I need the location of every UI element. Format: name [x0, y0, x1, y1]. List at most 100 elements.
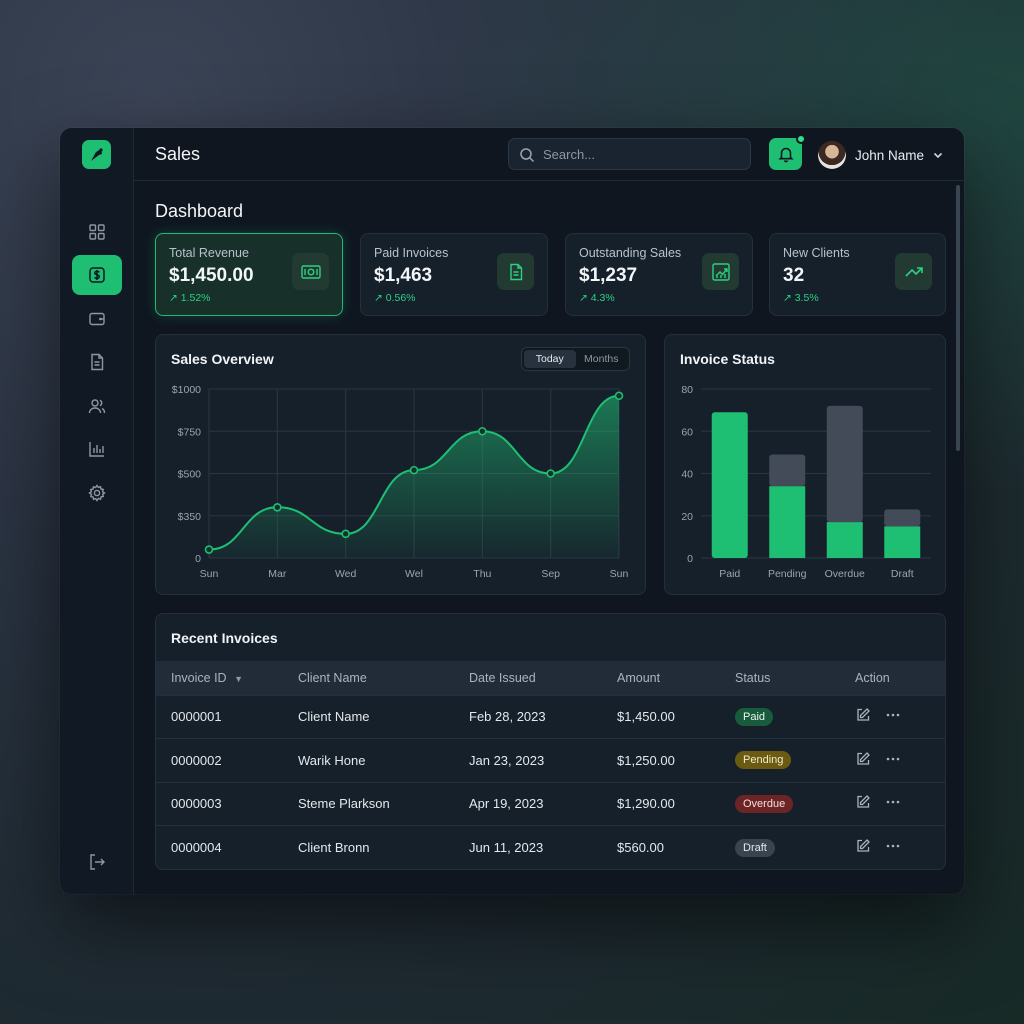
cell-date-issued: Apr 19, 2023: [469, 781, 617, 826]
dollar-icon: [89, 267, 105, 283]
status-badge: Overdue: [735, 794, 794, 813]
edit-icon[interactable]: [855, 794, 871, 810]
cell-amount: $1,290.00: [617, 781, 735, 826]
table-row[interactable]: 0000002 Warik Hone Jan 23, 2023 $1,250.0…: [156, 738, 945, 782]
table-row[interactable]: 0000004 Client Bronn Jun 11, 2023 $560.0…: [156, 825, 945, 869]
column-header-date-issued[interactable]: Date Issued: [469, 661, 617, 695]
search-input[interactable]: [543, 139, 743, 169]
cell-invoice-id: 0000001: [156, 694, 298, 739]
cell-client-name: Client Name: [298, 694, 469, 739]
cell-client-name: Steme Plarkson: [298, 781, 469, 826]
chevron-down-icon: [933, 152, 943, 159]
stat-card-total-revenue[interactable]: Total Revenue $1,450.00 ↗ 1.52%: [155, 233, 343, 316]
x-tick-label: Paid: [719, 568, 740, 580]
data-point: [273, 503, 282, 512]
column-header-status[interactable]: Status: [735, 661, 855, 695]
stat-value: 32: [783, 265, 805, 286]
stat-card-paid-invoices[interactable]: Paid Invoices $1,463 ↗ 0.56%: [360, 233, 548, 316]
x-tick-label: Wel: [405, 568, 423, 580]
y-tick-label: 0: [195, 553, 201, 565]
nav-clients[interactable]: [72, 386, 122, 426]
scrollbar[interactable]: [956, 185, 960, 451]
sidebar: [60, 128, 134, 894]
cell-date-issued: Jun 11, 2023: [469, 825, 617, 869]
stat-icon-box: [292, 253, 329, 290]
stat-value: $1,450.00: [169, 265, 254, 286]
edit-icon[interactable]: [855, 751, 871, 767]
data-point: [614, 391, 624, 401]
table-row[interactable]: 0000003 Steme Plarkson Apr 19, 2023 $1,2…: [156, 781, 945, 826]
notifications-button[interactable]: [769, 134, 806, 170]
x-tick-label: Wed: [335, 568, 357, 580]
y-tick-label: 40: [681, 469, 693, 481]
x-tick-label: Sep: [541, 568, 560, 580]
nav-reports[interactable]: [72, 429, 122, 469]
invoices-table: Invoice ID ▼ Client Name Date Issued Amo…: [156, 661, 945, 869]
stat-icon-box: [702, 253, 739, 290]
stat-card-new-clients[interactable]: New Clients 32 ↗ 3.5%: [769, 233, 946, 316]
bar-segment: [826, 522, 863, 558]
more-options-icon[interactable]: [885, 707, 901, 723]
nav-invoices[interactable]: [72, 342, 122, 382]
stat-delta: ↗ 1.52%: [169, 292, 211, 304]
data-point: [478, 426, 487, 436]
nav-settings[interactable]: [72, 473, 122, 513]
stat-label: New Clients: [783, 246, 850, 260]
nav-sales[interactable]: [72, 255, 122, 295]
stat-label: Paid Invoices: [374, 246, 449, 260]
stat-label: Outstanding Sales: [579, 246, 682, 260]
bar-segment: [826, 405, 863, 523]
y-tick-label: 80: [681, 384, 693, 396]
stat-card-outstanding-sales[interactable]: Outstanding Sales $1,237 ↗ 4.3%: [565, 233, 753, 316]
status-badge: Pending: [735, 751, 792, 770]
column-header-invoice-id[interactable]: Invoice ID ▼: [156, 661, 298, 695]
panel-title: Recent Invoices: [171, 630, 278, 646]
stat-value: $1,463: [374, 265, 433, 286]
document-icon: [91, 353, 104, 371]
cash-icon: [300, 264, 321, 279]
x-tick-label: Thu: [473, 568, 491, 580]
notification-dot: [796, 134, 806, 144]
edit-icon[interactable]: [855, 707, 871, 723]
data-point: [409, 465, 419, 475]
nav-dashboard[interactable]: [72, 212, 122, 252]
bar-segment: [769, 486, 806, 558]
avatar: [818, 141, 846, 169]
trend-up-icon: [904, 266, 923, 277]
invoices-table-body: 0000001 Client Name Feb 28, 2023 $1,450.…: [156, 694, 945, 869]
bar-chart-icon: [89, 442, 104, 457]
app-window: Sales John Name Dashboard Total Revenue: [60, 128, 964, 894]
column-header-action: Action: [855, 670, 890, 685]
cell-client-name: Client Bronn: [298, 825, 469, 869]
stat-delta-value: 0.56%: [385, 292, 416, 304]
document-icon: [509, 263, 522, 280]
cell-amount: $1,250.00: [617, 738, 735, 782]
more-options-icon[interactable]: [885, 794, 901, 810]
cell-invoice-id: 0000003: [156, 781, 298, 826]
edit-icon[interactable]: [855, 838, 871, 854]
nav-logout[interactable]: [72, 842, 122, 882]
stat-delta: ↗ 4.3%: [579, 292, 615, 304]
main-content: Dashboard Total Revenue $1,450.00 ↗ 1.52…: [134, 181, 964, 894]
invoice-status-bar-chart: 0 20 40 60 80 Paid Pending Overdue Draft: [681, 384, 931, 580]
nav-wallet[interactable]: [72, 299, 122, 339]
x-tick-label: Overdue: [825, 568, 865, 580]
app-title: Sales: [155, 144, 201, 164]
column-header-amount[interactable]: Amount: [617, 661, 735, 695]
users-icon: [88, 399, 106, 414]
column-header-client-name[interactable]: Client Name: [298, 661, 469, 695]
more-options-icon[interactable]: [885, 838, 901, 854]
table-header-row: Invoice ID ▼ Client Name Date Issued Amo…: [156, 661, 945, 695]
user-menu[interactable]: John Name: [818, 140, 944, 170]
cell-amount: $1,450.00: [617, 694, 735, 739]
search-box[interactable]: [508, 138, 751, 170]
app-logo[interactable]: [82, 140, 111, 169]
y-tick-label: $350: [178, 511, 202, 523]
status-badge: Paid: [735, 707, 774, 726]
sort-down-icon: ▼: [234, 673, 243, 684]
x-tick-label: Draft: [891, 568, 914, 580]
gear-icon: [88, 484, 106, 502]
column-label: Invoice ID: [171, 670, 227, 685]
table-row[interactable]: 0000001 Client Name Feb 28, 2023 $1,450.…: [156, 694, 945, 739]
more-options-icon[interactable]: [885, 751, 901, 767]
